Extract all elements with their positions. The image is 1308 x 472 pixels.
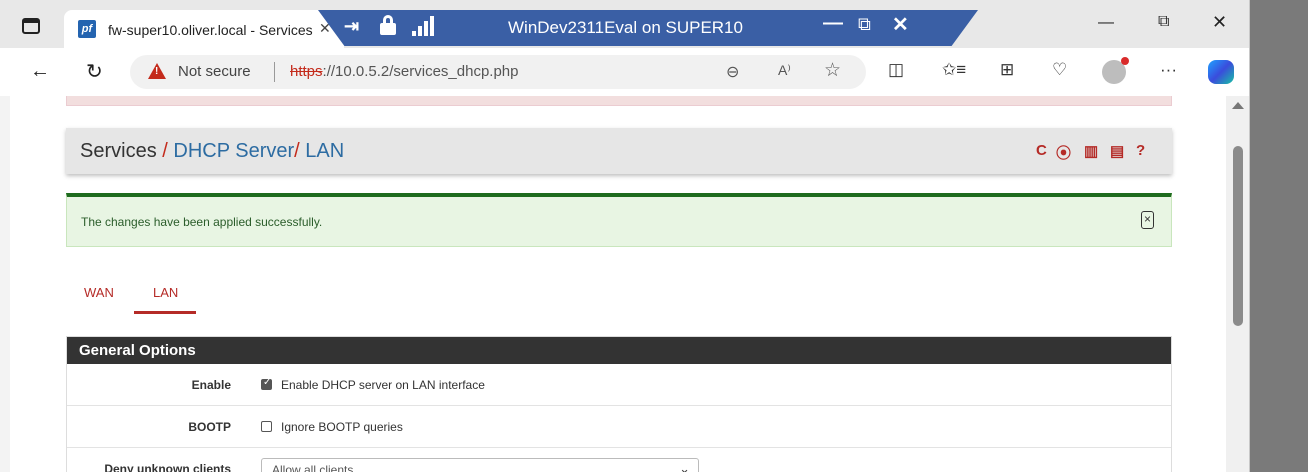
profile-avatar[interactable] xyxy=(1102,57,1129,84)
address-bar[interactable]: Not secure https://10.0.5.2/services_dhc… xyxy=(130,55,866,89)
browser-essentials-icon[interactable]: ♡ xyxy=(1052,60,1067,80)
scroll-up-arrow-icon[interactable] xyxy=(1232,102,1244,109)
refresh-icon[interactable]: ↻ xyxy=(86,59,103,84)
general-options-panel: General Options Enable Enable DHCP serve… xyxy=(66,336,1172,472)
panel-title: General Options xyxy=(79,342,196,359)
warning-icon[interactable] xyxy=(148,63,166,79)
tab-wan[interactable]: WAN xyxy=(84,285,114,300)
breadcrumb-separator: / xyxy=(294,140,300,162)
window-minimize-icon[interactable]: — xyxy=(1098,14,1114,32)
connection-signal-icon[interactable] xyxy=(412,16,434,36)
copilot-icon[interactable] xyxy=(1208,60,1234,84)
deny-unknown-select[interactable]: Allow all clients ⌄ xyxy=(261,458,699,472)
restart-service-icon[interactable]: C xyxy=(1036,142,1047,159)
ignore-bootp-checkbox[interactable] xyxy=(261,421,272,432)
lock-icon[interactable] xyxy=(380,15,396,35)
read-aloud-icon[interactable]: A⁾ xyxy=(778,62,791,79)
page-content: Services / DHCP Server/ LAN C ⦿ ▥ ▤ ? Th… xyxy=(10,96,1249,472)
rdp-session-title: WinDev2311Eval on SUPER10 xyxy=(508,18,743,37)
chevron-down-icon: ⌄ xyxy=(679,461,690,472)
rdp-minimize-icon[interactable]: — xyxy=(823,12,843,35)
rdp-restore-icon[interactable]: ⧉ xyxy=(858,14,871,35)
window-restore-icon[interactable]: ⧉ xyxy=(1158,13,1169,31)
breadcrumb-path: Services / DHCP Server/ LAN xyxy=(80,140,344,163)
back-arrow-icon[interactable]: ← xyxy=(30,60,50,83)
more-menu-icon[interactable]: ··· xyxy=(1160,60,1177,80)
browser-toolbar: ← ↻ Not secure https://10.0.5.2/services… xyxy=(0,48,1249,96)
breadcrumb-dhcp-server[interactable]: DHCP Server xyxy=(173,140,294,162)
interface-tabs: WAN LAN xyxy=(66,276,466,316)
browser-window: pf fw-super10.oliver.local - Services ✕ … xyxy=(0,0,1250,472)
previous-alert-strip xyxy=(66,96,1172,106)
collections-icon[interactable]: ⊞ xyxy=(1000,60,1014,80)
pin-icon[interactable]: ⇥ xyxy=(344,16,359,37)
breadcrumb-separator: / xyxy=(162,140,168,162)
deny-unknown-value: Allow all clients xyxy=(272,463,354,472)
ignore-bootp-text[interactable]: Ignore BOOTP queries xyxy=(281,420,403,434)
tab-lan[interactable]: LAN xyxy=(153,285,178,300)
enable-checkbox[interactable] xyxy=(261,377,272,390)
browser-tab[interactable]: pf fw-super10.oliver.local - Services ✕ xyxy=(64,10,344,48)
success-alert: The changes have been applied successful… xyxy=(66,193,1172,247)
rdp-close-icon[interactable]: ✕ xyxy=(892,12,909,37)
page-scrollbar[interactable] xyxy=(1226,96,1249,472)
deny-unknown-row: Deny unknown clients Allow all clients ⌄ xyxy=(67,448,1171,472)
enable-label: Enable xyxy=(191,378,231,392)
breadcrumb-lan[interactable]: LAN xyxy=(305,140,344,162)
tab-strip: pf fw-super10.oliver.local - Services ✕ … xyxy=(0,0,1249,48)
remote-desktop-connection-bar: ⇥ WinDev2311Eval on SUPER10 — ⧉ ✕ xyxy=(318,10,978,46)
tab-actions-icon[interactable] xyxy=(22,18,40,34)
url-path: ://10.0.5.2/services_dhcp.php xyxy=(322,63,519,80)
bootp-label: BOOTP xyxy=(188,420,231,434)
scrollbar-thumb[interactable] xyxy=(1233,146,1243,326)
tab-title: fw-super10.oliver.local - Services xyxy=(108,22,313,38)
security-label[interactable]: Not secure xyxy=(178,63,251,80)
desktop-background xyxy=(1250,0,1308,472)
deny-unknown-label: Deny unknown clients xyxy=(104,462,231,472)
enable-checkbox-text[interactable]: Enable DHCP server on LAN interface xyxy=(281,378,485,392)
status-graph-icon[interactable]: ▥ xyxy=(1084,142,1098,160)
log-list-icon[interactable]: ▤ xyxy=(1110,142,1124,160)
alert-message: The changes have been applied successful… xyxy=(81,215,323,229)
zoom-icon[interactable]: ⊖ xyxy=(726,62,739,82)
url-scheme: https xyxy=(290,63,323,80)
panel-heading: General Options xyxy=(67,337,1171,364)
active-tab-indicator xyxy=(134,311,196,314)
favorites-icon[interactable]: ✩≡ xyxy=(942,60,966,80)
address-separator xyxy=(274,62,275,82)
breadcrumb-services: Services xyxy=(80,140,157,162)
url-text[interactable]: https://10.0.5.2/services_dhcp.php xyxy=(290,63,519,80)
help-icon[interactable]: ? xyxy=(1136,142,1145,159)
window-close-icon[interactable]: ✕ xyxy=(1212,12,1227,33)
stop-service-icon[interactable]: ⦿ xyxy=(1056,142,1071,163)
split-screen-icon[interactable]: ◫ xyxy=(888,60,904,80)
breadcrumb: Services / DHCP Server/ LAN C ⦿ ▥ ▤ ? xyxy=(66,128,1172,174)
pfsense-favicon-icon: pf xyxy=(78,20,96,38)
enable-row: Enable Enable DHCP server on LAN interfa… xyxy=(67,364,1171,406)
bootp-row: BOOTP Ignore BOOTP queries xyxy=(67,406,1171,448)
close-icon[interactable]: × xyxy=(1141,211,1154,229)
add-favorite-icon[interactable]: ☆ xyxy=(824,59,841,82)
